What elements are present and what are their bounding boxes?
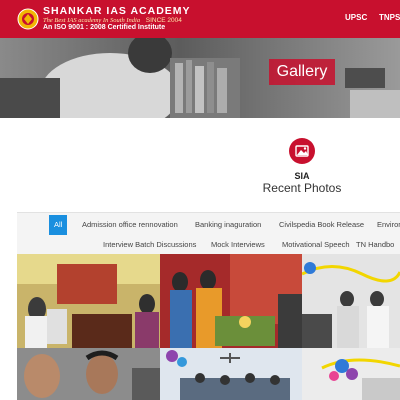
filter-motivational-speech[interactable]: Motivational Speech	[277, 235, 355, 254]
gallery-photo[interactable]	[160, 254, 302, 348]
gallery-photo[interactable]	[302, 254, 400, 348]
filter-all[interactable]: All	[49, 215, 68, 235]
section-title: Recent Photos	[262, 181, 342, 195]
gallery-photo[interactable]	[17, 348, 160, 400]
academy-emblem-icon[interactable]	[17, 7, 39, 31]
photo-lamp-lighting	[160, 254, 302, 348]
site-header: SHANKAR IAS ACADEMY The Best IAS academy…	[0, 0, 400, 38]
filter-tn-handbook[interactable]: TN Handbo	[351, 235, 399, 254]
filter-banking[interactable]: Banking inaguration	[190, 215, 266, 235]
filter-mock-interviews[interactable]: Mock Interviews	[206, 235, 270, 254]
iso-certification: An ISO 9001 : 2008 Certified Institute	[43, 24, 166, 31]
filter-interview-batch[interactable]: Interview Batch Discussions	[98, 235, 201, 254]
brand-name[interactable]: SHANKAR IAS ACADEMY	[43, 5, 191, 17]
gallery-filter-bar: All Admission office rennovation Banking…	[17, 212, 400, 254]
brand-tagline: The Best IAS academy In South India SINC…	[43, 17, 182, 24]
gallery-photo[interactable]	[17, 254, 160, 348]
since-text: SINCE 2004	[145, 17, 182, 24]
hero-banner	[0, 38, 400, 118]
section-label: SIA	[294, 171, 310, 181]
photo-gallery-icon	[289, 138, 315, 164]
photo-balloon-decor	[302, 348, 400, 400]
gallery-photo[interactable]	[302, 348, 400, 400]
filter-environment[interactable]: Enviror	[372, 215, 400, 235]
photo-seminar-stage	[302, 254, 400, 348]
nav-tnpsc[interactable]: TNPSC	[379, 13, 400, 22]
filter-admission-office[interactable]: Admission office rennovation	[77, 215, 183, 235]
photo-ribbon-cutting	[17, 254, 160, 348]
filter-civilspedia[interactable]: Civilspedia Book Release	[274, 215, 369, 235]
photo-classroom-event	[160, 348, 302, 400]
photo-speaker-portrait	[17, 348, 160, 400]
gallery-photo[interactable]	[160, 348, 302, 400]
tagline-text: The Best IAS academy In South India	[43, 17, 141, 24]
nav-upsc[interactable]: UPSC	[345, 13, 367, 22]
gallery-page: SHANKAR IAS ACADEMY The Best IAS academy…	[0, 0, 400, 400]
page-title: Gallery	[269, 59, 335, 85]
hero-background-image	[0, 38, 400, 118]
